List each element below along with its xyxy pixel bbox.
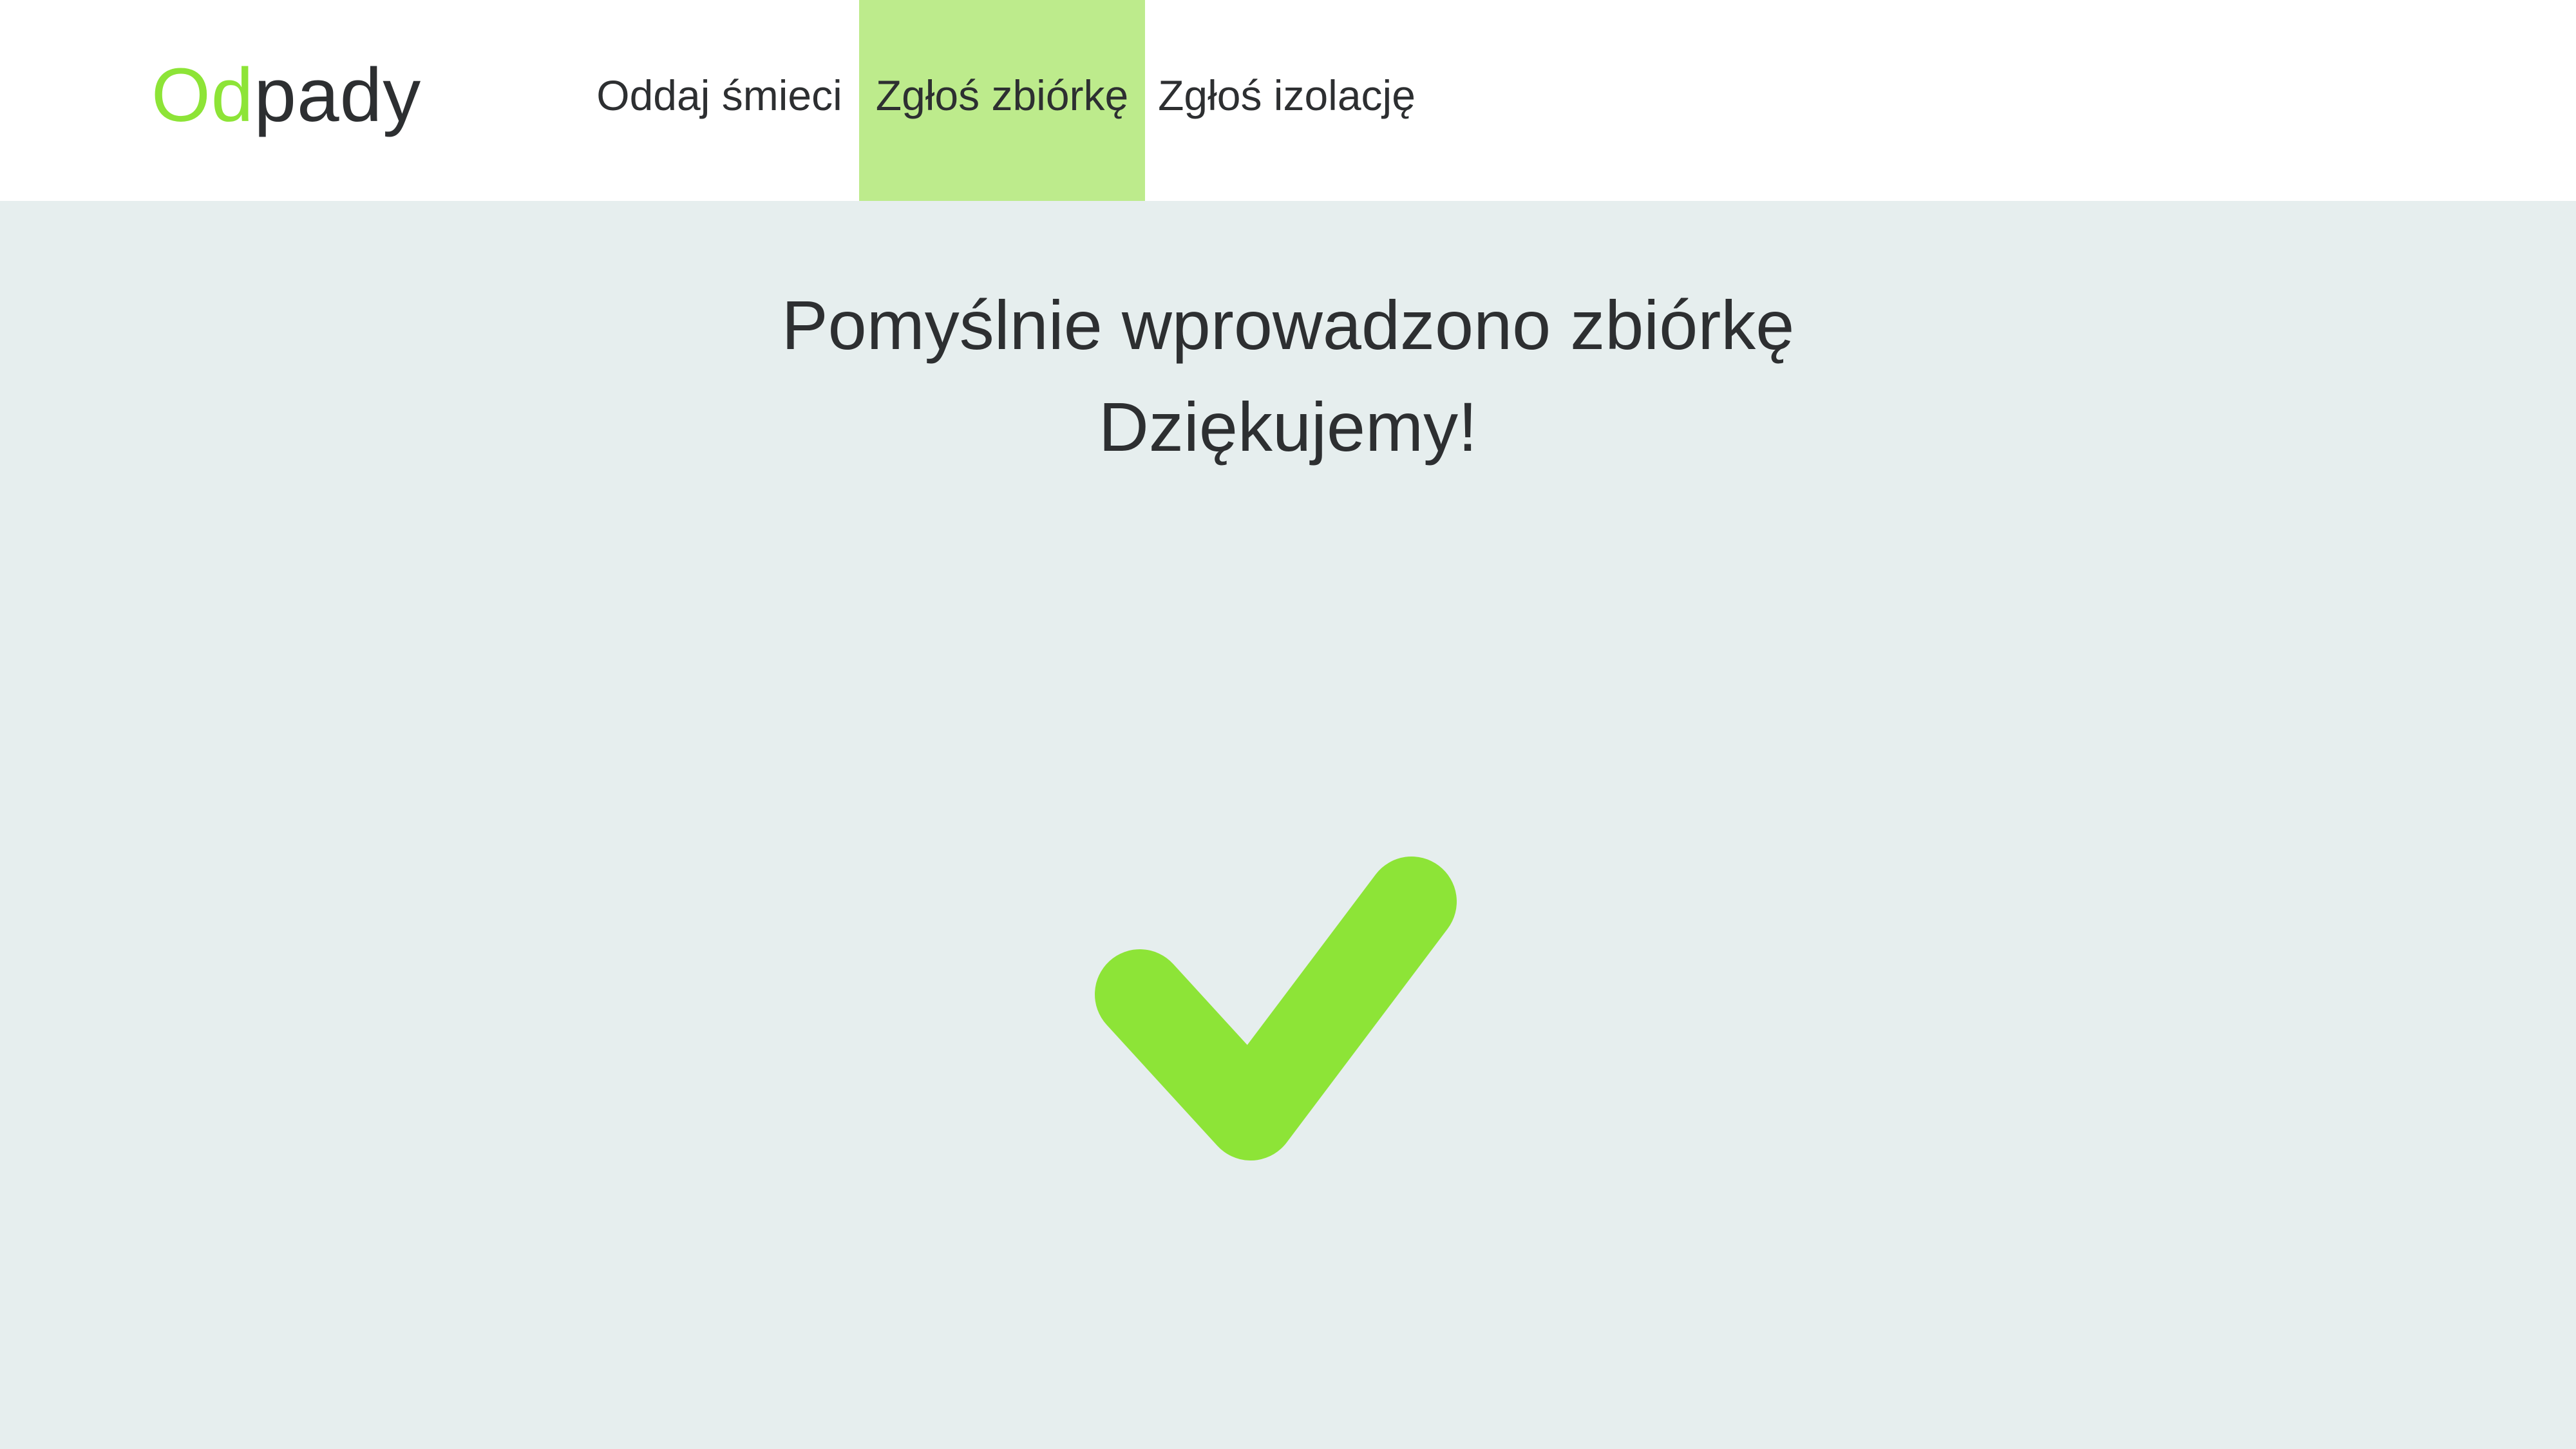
logo-rest-text: pady — [254, 53, 422, 138]
nav-item-zglos-izolacje[interactable]: Zgłoś izolację — [1145, 0, 1428, 201]
thank-you-message: Dziękujemy! — [1098, 388, 1478, 466]
logo-accent-text: Od — [151, 53, 254, 138]
checkmark-icon — [1095, 857, 1457, 1160]
confirmation-panel: Pomyślnie wprowadzono zbiórkę Dziękujemy… — [0, 201, 2576, 1449]
top-navbar: Odpady Oddaj śmieci Zgłoś zbiórkę Zgłoś … — [0, 0, 2576, 201]
success-message: Pomyślnie wprowadzono zbiórkę — [781, 286, 1795, 364]
nav-item-zglos-zbiorke[interactable]: Zgłoś zbiórkę — [859, 0, 1145, 201]
nav-item-oddaj-smieci[interactable]: Oddaj śmieci — [580, 0, 859, 201]
logo[interactable]: Odpady — [151, 44, 421, 147]
